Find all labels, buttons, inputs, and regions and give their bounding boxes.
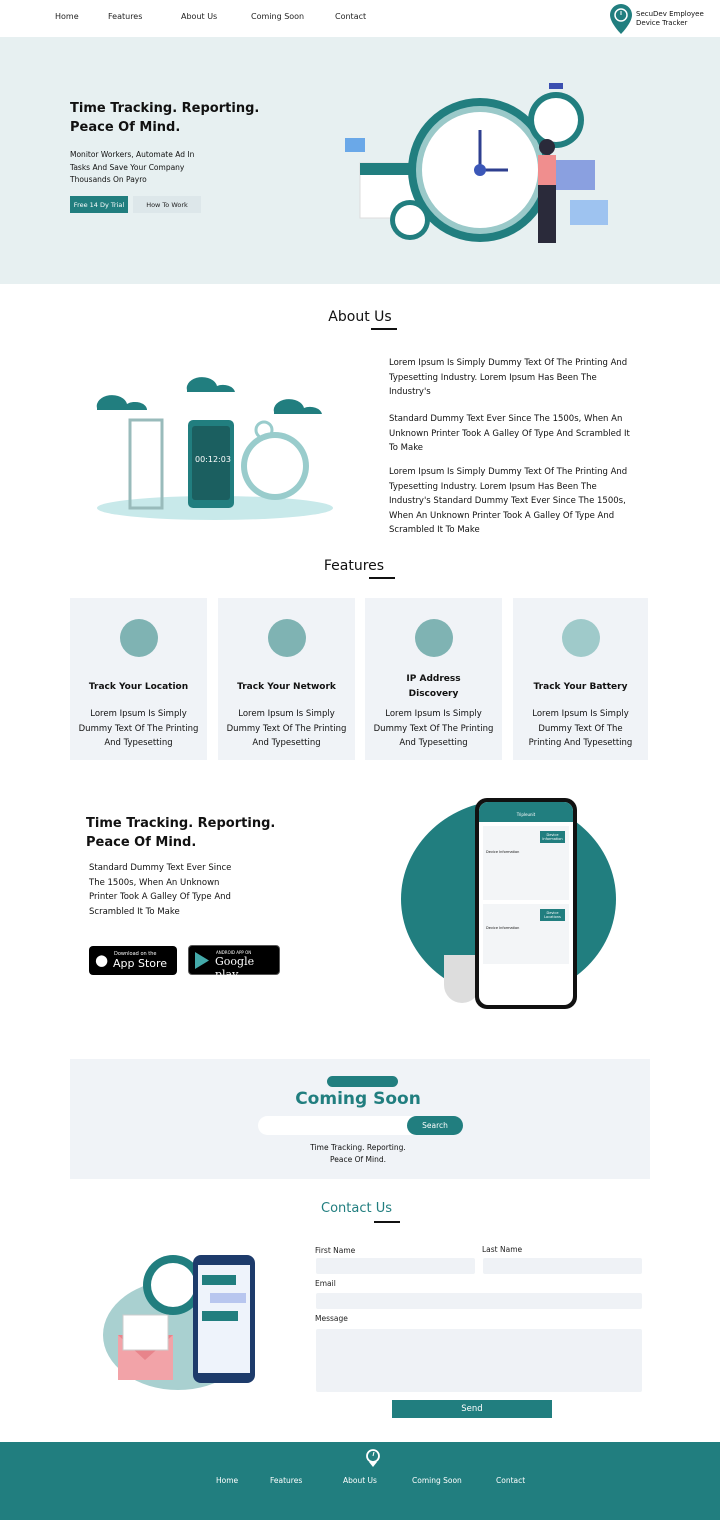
nav-about[interactable]: About Us <box>181 12 217 21</box>
email-field[interactable] <box>316 1293 642 1309</box>
coming-soon-title: Coming Soon <box>295 1089 421 1109</box>
network-search-icon <box>267 619 306 657</box>
first-name-field[interactable] <box>316 1258 475 1274</box>
title-underline <box>369 577 395 579</box>
email-label: Email <box>315 1279 336 1288</box>
svg-text:00:12:03: 00:12:03 <box>195 455 231 464</box>
about-title: About Us <box>328 309 392 325</box>
about-paragraph-1: Lorem Ipsum Is Simply Dummy Text Of The … <box>389 358 628 397</box>
send-button[interactable]: Send <box>392 1400 552 1418</box>
location-pin-icon <box>366 1449 380 1467</box>
nav-home[interactable]: Home <box>55 12 79 21</box>
map-pin-icon <box>414 619 453 657</box>
about-paragraph-3: Lorem Ipsum Is Simply Dummy Text Of The … <box>389 467 628 535</box>
footer-home[interactable]: Home <box>216 1476 238 1485</box>
feature-card-location: Track Your Location Lorem Ipsum Is Simply… <box>70 598 207 760</box>
title-underline <box>374 1221 400 1223</box>
feature-card-battery: Track Your Battery Lorem Ipsum Is Simply … <box>513 598 648 760</box>
location-pin-icon <box>610 4 632 34</box>
google-play-icon <box>195 952 209 969</box>
contact-illustration <box>103 1255 255 1390</box>
hero-title: Time Tracking. Reporting. Peace Of Mind. <box>70 101 260 135</box>
clock-illustration <box>345 83 608 243</box>
feature-card-network: Track Your Network Lorem Ipsum Is Simply … <box>218 598 355 760</box>
phone-location-icon <box>119 619 158 657</box>
footer-about[interactable]: About Us <box>343 1476 377 1485</box>
message-field[interactable] <box>316 1329 642 1392</box>
footer-contact[interactable]: Contact <box>496 1476 525 1485</box>
phone-mockup: Tripleunit Device Information Device Inf… <box>475 798 577 1009</box>
last-name-field[interactable] <box>483 1258 642 1274</box>
feature-card-ip: IP Address Discovery Lorem Ipsum Is Simpl… <box>365 598 502 760</box>
app-title: Time Tracking. Reporting. Peace Of Mind. <box>86 816 276 850</box>
contact-title: Contact Us <box>321 1201 392 1216</box>
logo[interactable] <box>610 4 632 38</box>
app-store-button[interactable]: ● Download on the App Store <box>89 946 177 975</box>
search-button[interactable]: Search <box>407 1116 463 1135</box>
about-illustration: 00:12:03 <box>96 377 333 520</box>
hero-desc: Monitor Workers, Automate Ad In Tasks An… <box>70 150 195 184</box>
how-to-work-button[interactable]: How To Work <box>133 196 201 213</box>
search-input[interactable] <box>258 1116 418 1135</box>
title-underline <box>371 328 397 330</box>
coming-soon-pill <box>327 1076 398 1087</box>
first-name-label: First Name <box>315 1246 356 1255</box>
brand-name: SecuDev Employee Device Tracker <box>636 10 704 27</box>
nav-contact[interactable]: Contact <box>335 12 366 21</box>
apple-icon: ● <box>95 951 109 969</box>
message-label: Message <box>315 1314 348 1323</box>
last-name-label: Last Name <box>482 1245 523 1254</box>
nav-features[interactable]: Features <box>108 12 142 21</box>
nav-coming-soon[interactable]: Coming Soon <box>251 12 304 21</box>
footer-features[interactable]: Features <box>270 1476 302 1485</box>
footer-coming-soon[interactable]: Coming Soon <box>412 1476 462 1485</box>
coming-soon-tagline: Time Tracking. Reporting. Peace Of Mind. <box>310 1143 406 1164</box>
free-trial-button[interactable]: Free 14 Dy Trial <box>70 196 128 213</box>
app-desc: Standard Dummy Text Ever Since The 1500s… <box>89 863 232 917</box>
about-paragraph-2: Standard Dummy Text Ever Since The 1500s… <box>389 414 630 453</box>
features-title: Features <box>323 558 385 574</box>
google-play-button[interactable]: ANDROID APP ON Google play <box>188 945 280 981</box>
phone-battery-icon <box>561 619 600 657</box>
